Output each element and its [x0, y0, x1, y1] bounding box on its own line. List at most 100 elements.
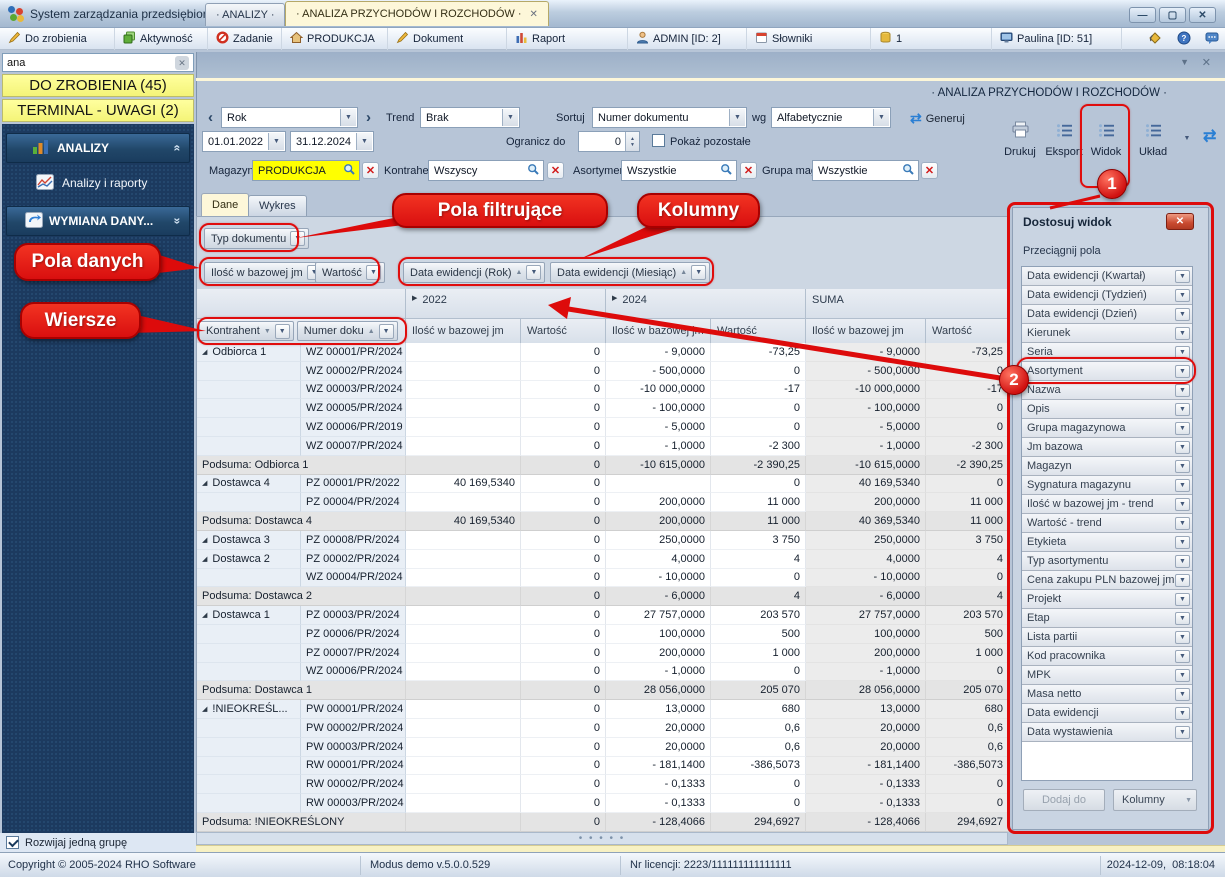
field-item-mpk[interactable]: MPK▼ [1022, 666, 1192, 685]
tab-wykres[interactable]: Wykres [248, 195, 307, 216]
sidebar-group-wymiana[interactable]: WYMIANA DANY... » [6, 206, 190, 236]
toolbar-button-eksport[interactable]: Eksport [1043, 106, 1085, 164]
row-field-numer[interactable]: Numer doku ▲ ▼ [297, 321, 398, 341]
field-item-magazyn[interactable]: Magazyn▼ [1022, 457, 1192, 476]
pivot-value-cell[interactable]: 0 [711, 475, 806, 494]
pivot-value-cell[interactable] [406, 437, 521, 456]
todo-button[interactable]: DO ZROBIENIA (45) [2, 74, 194, 97]
expand-year-icon[interactable]: ▶ [412, 294, 417, 302]
menu-item-produkcja[interactable]: PRODUKCJA [282, 28, 388, 50]
pivot-subtotal-cell[interactable]: 294,6927 [926, 813, 1009, 832]
magazyn-lookup-field[interactable]: PRODUKCJA [252, 160, 360, 181]
menu-item-admin-id-2[interactable]: ADMIN [ID: 2] [628, 28, 747, 50]
group-header-2022[interactable]: ▶2022 [406, 289, 606, 319]
toolbar-button-widok[interactable]: Widok [1086, 106, 1126, 164]
row-group-cell[interactable] [197, 437, 301, 456]
pivot-value-cell[interactable]: 0 [521, 381, 606, 400]
pivot-value-cell[interactable]: 203 570 [926, 606, 1009, 625]
field-item-warto-trend[interactable]: Wartość - trend▼ [1022, 514, 1192, 533]
field-item-data-ewidencji-kwarta[interactable]: Data ewidencji (Kwartał)▼ [1022, 267, 1192, 286]
pivot-value-cell[interactable]: 0 [521, 418, 606, 437]
pivot-value-cell[interactable]: 1 000 [926, 644, 1009, 663]
pivot-subtotal-cell[interactable]: - 6,0000 [806, 587, 926, 606]
pivot-value-cell[interactable]: 100,0000 [806, 625, 926, 644]
pivot-value-cell[interactable]: 0 [521, 493, 606, 512]
row-doc-cell[interactable]: PW 00003/PR/2024 [301, 738, 406, 757]
pivot-value-cell[interactable]: - 181,1400 [806, 757, 926, 776]
row-doc-cell[interactable]: WZ 00001/PR/2024 [301, 343, 406, 362]
data-field-ilosc[interactable]: Ilość w bazowej jm ▼ [204, 262, 326, 283]
prev-period-button[interactable]: ‹ [202, 107, 219, 128]
pivot-value-cell[interactable]: 680 [926, 700, 1009, 719]
magazyn-clear-button[interactable]: ✕ [362, 162, 379, 179]
expand-row-icon[interactable]: ◢ [202, 611, 207, 619]
pivot-value-cell[interactable]: - 0,1333 [606, 794, 711, 813]
pivot-value-cell[interactable]: 0 [926, 663, 1009, 682]
pivot-value-cell[interactable]: 0 [521, 399, 606, 418]
show-rest-checkbox[interactable] [652, 134, 665, 147]
row-group-cell[interactable] [197, 775, 301, 794]
pivot-value-cell[interactable]: - 1,0000 [606, 437, 711, 456]
pivot-value-cell[interactable]: - 9,0000 [806, 343, 926, 362]
pivot-value-cell[interactable]: 0,6 [711, 738, 806, 757]
pivot-value-cell[interactable]: -73,25 [926, 343, 1009, 362]
row-doc-cell[interactable]: WZ 00005/PR/2024 [301, 399, 406, 418]
pivot-value-cell[interactable] [406, 757, 521, 776]
row-doc-cell[interactable]: WZ 00004/PR/2024 [301, 569, 406, 588]
menu-item-raport[interactable]: Raport [507, 28, 628, 50]
pivot-value-cell[interactable]: 100,0000 [606, 625, 711, 644]
period-select[interactable]: Rok▼ [221, 107, 358, 128]
terminal-button[interactable]: TERMINAL - UWAGI (2) [2, 99, 194, 122]
pivot-subtotal-cell[interactable]: - 6,0000 [606, 587, 711, 606]
expand-one-group-checkbox[interactable] [6, 836, 19, 849]
pivot-value-cell[interactable]: 200,0000 [606, 493, 711, 512]
field-dropdown-button[interactable]: ▼ [1175, 593, 1190, 606]
pivot-value-cell[interactable]: 13,0000 [606, 700, 711, 719]
pivot-value-cell[interactable]: 0,6 [711, 719, 806, 738]
field-item-asortyment[interactable]: Asortyment▼ [1022, 362, 1192, 381]
pivot-value-cell[interactable]: -73,25 [711, 343, 806, 362]
generate-button[interactable]: ⇄ Generuj [910, 110, 965, 127]
row-group-cell[interactable] [197, 644, 301, 663]
pivot-value-cell[interactable]: 4,0000 [606, 550, 711, 569]
search-icon[interactable] [902, 163, 916, 179]
row-doc-cell[interactable]: PW 00001/PR/2024 [301, 700, 406, 719]
field-item-projekt[interactable]: Projekt▼ [1022, 590, 1192, 609]
expand-chevron-icon[interactable]: » [171, 218, 185, 225]
field-dropdown-button[interactable]: ▼ [1175, 441, 1190, 454]
pivot-value-cell[interactable]: 0 [521, 738, 606, 757]
pivot-subtotal-cell[interactable]: 4 [926, 587, 1009, 606]
pivot-value-cell[interactable]: 200,0000 [606, 644, 711, 663]
pivot-subtotal-cell[interactable]: 205 070 [711, 681, 806, 700]
pivot-value-cell[interactable]: 0,6 [926, 738, 1009, 757]
pivot-value-cell[interactable]: 0 [521, 437, 606, 456]
pivot-value-cell[interactable]: 500 [711, 625, 806, 644]
pivot-subtotal-cell[interactable]: -2 390,25 [711, 456, 806, 475]
subtotal-label-cell[interactable]: Podsuma: Odbiorca 1 [197, 456, 406, 475]
row-group-cell[interactable]: ◢Dostawca 4 [197, 475, 301, 494]
pivot-value-cell[interactable]: 13,0000 [806, 700, 926, 719]
pivot-value-cell[interactable] [406, 381, 521, 400]
pivot-value-cell[interactable]: 0 [521, 794, 606, 813]
help-icon[interactable]: ? [1177, 31, 1191, 48]
pivot-value-cell[interactable]: - 0,1333 [806, 775, 926, 794]
field-item-etap[interactable]: Etap▼ [1022, 609, 1192, 628]
field-dropdown-button[interactable]: ▼ [1175, 707, 1190, 720]
pivot-value-cell[interactable] [406, 719, 521, 738]
menu-item-dokument[interactable]: Dokument [388, 28, 507, 50]
row-doc-cell[interactable]: RW 00002/PR/2024 [301, 775, 406, 794]
field-item-data-ewidencji-tydzie[interactable]: Data ewidencji (Tydzień)▼ [1022, 286, 1192, 305]
pivot-value-cell[interactable]: 3 750 [711, 531, 806, 550]
pivot-value-cell[interactable]: 0 [521, 700, 606, 719]
pivot-subtotal-cell[interactable]: 0 [521, 587, 606, 606]
field-item-masa-netto[interactable]: Masa netto▼ [1022, 685, 1192, 704]
expand-row-icon[interactable]: ◢ [202, 348, 207, 356]
pivot-value-cell[interactable]: 4,0000 [806, 550, 926, 569]
expand-row-icon[interactable]: ◢ [202, 536, 207, 544]
field-dropdown-button[interactable]: ▼ [1175, 403, 1190, 416]
row-group-cell[interactable] [197, 399, 301, 418]
pivot-value-cell[interactable] [406, 362, 521, 381]
kontrahent-lookup-field[interactable]: Wszyscy [428, 160, 544, 181]
pivot-subtotal-cell[interactable]: 11 000 [711, 512, 806, 531]
pivot-value-cell[interactable]: 4 [711, 550, 806, 569]
